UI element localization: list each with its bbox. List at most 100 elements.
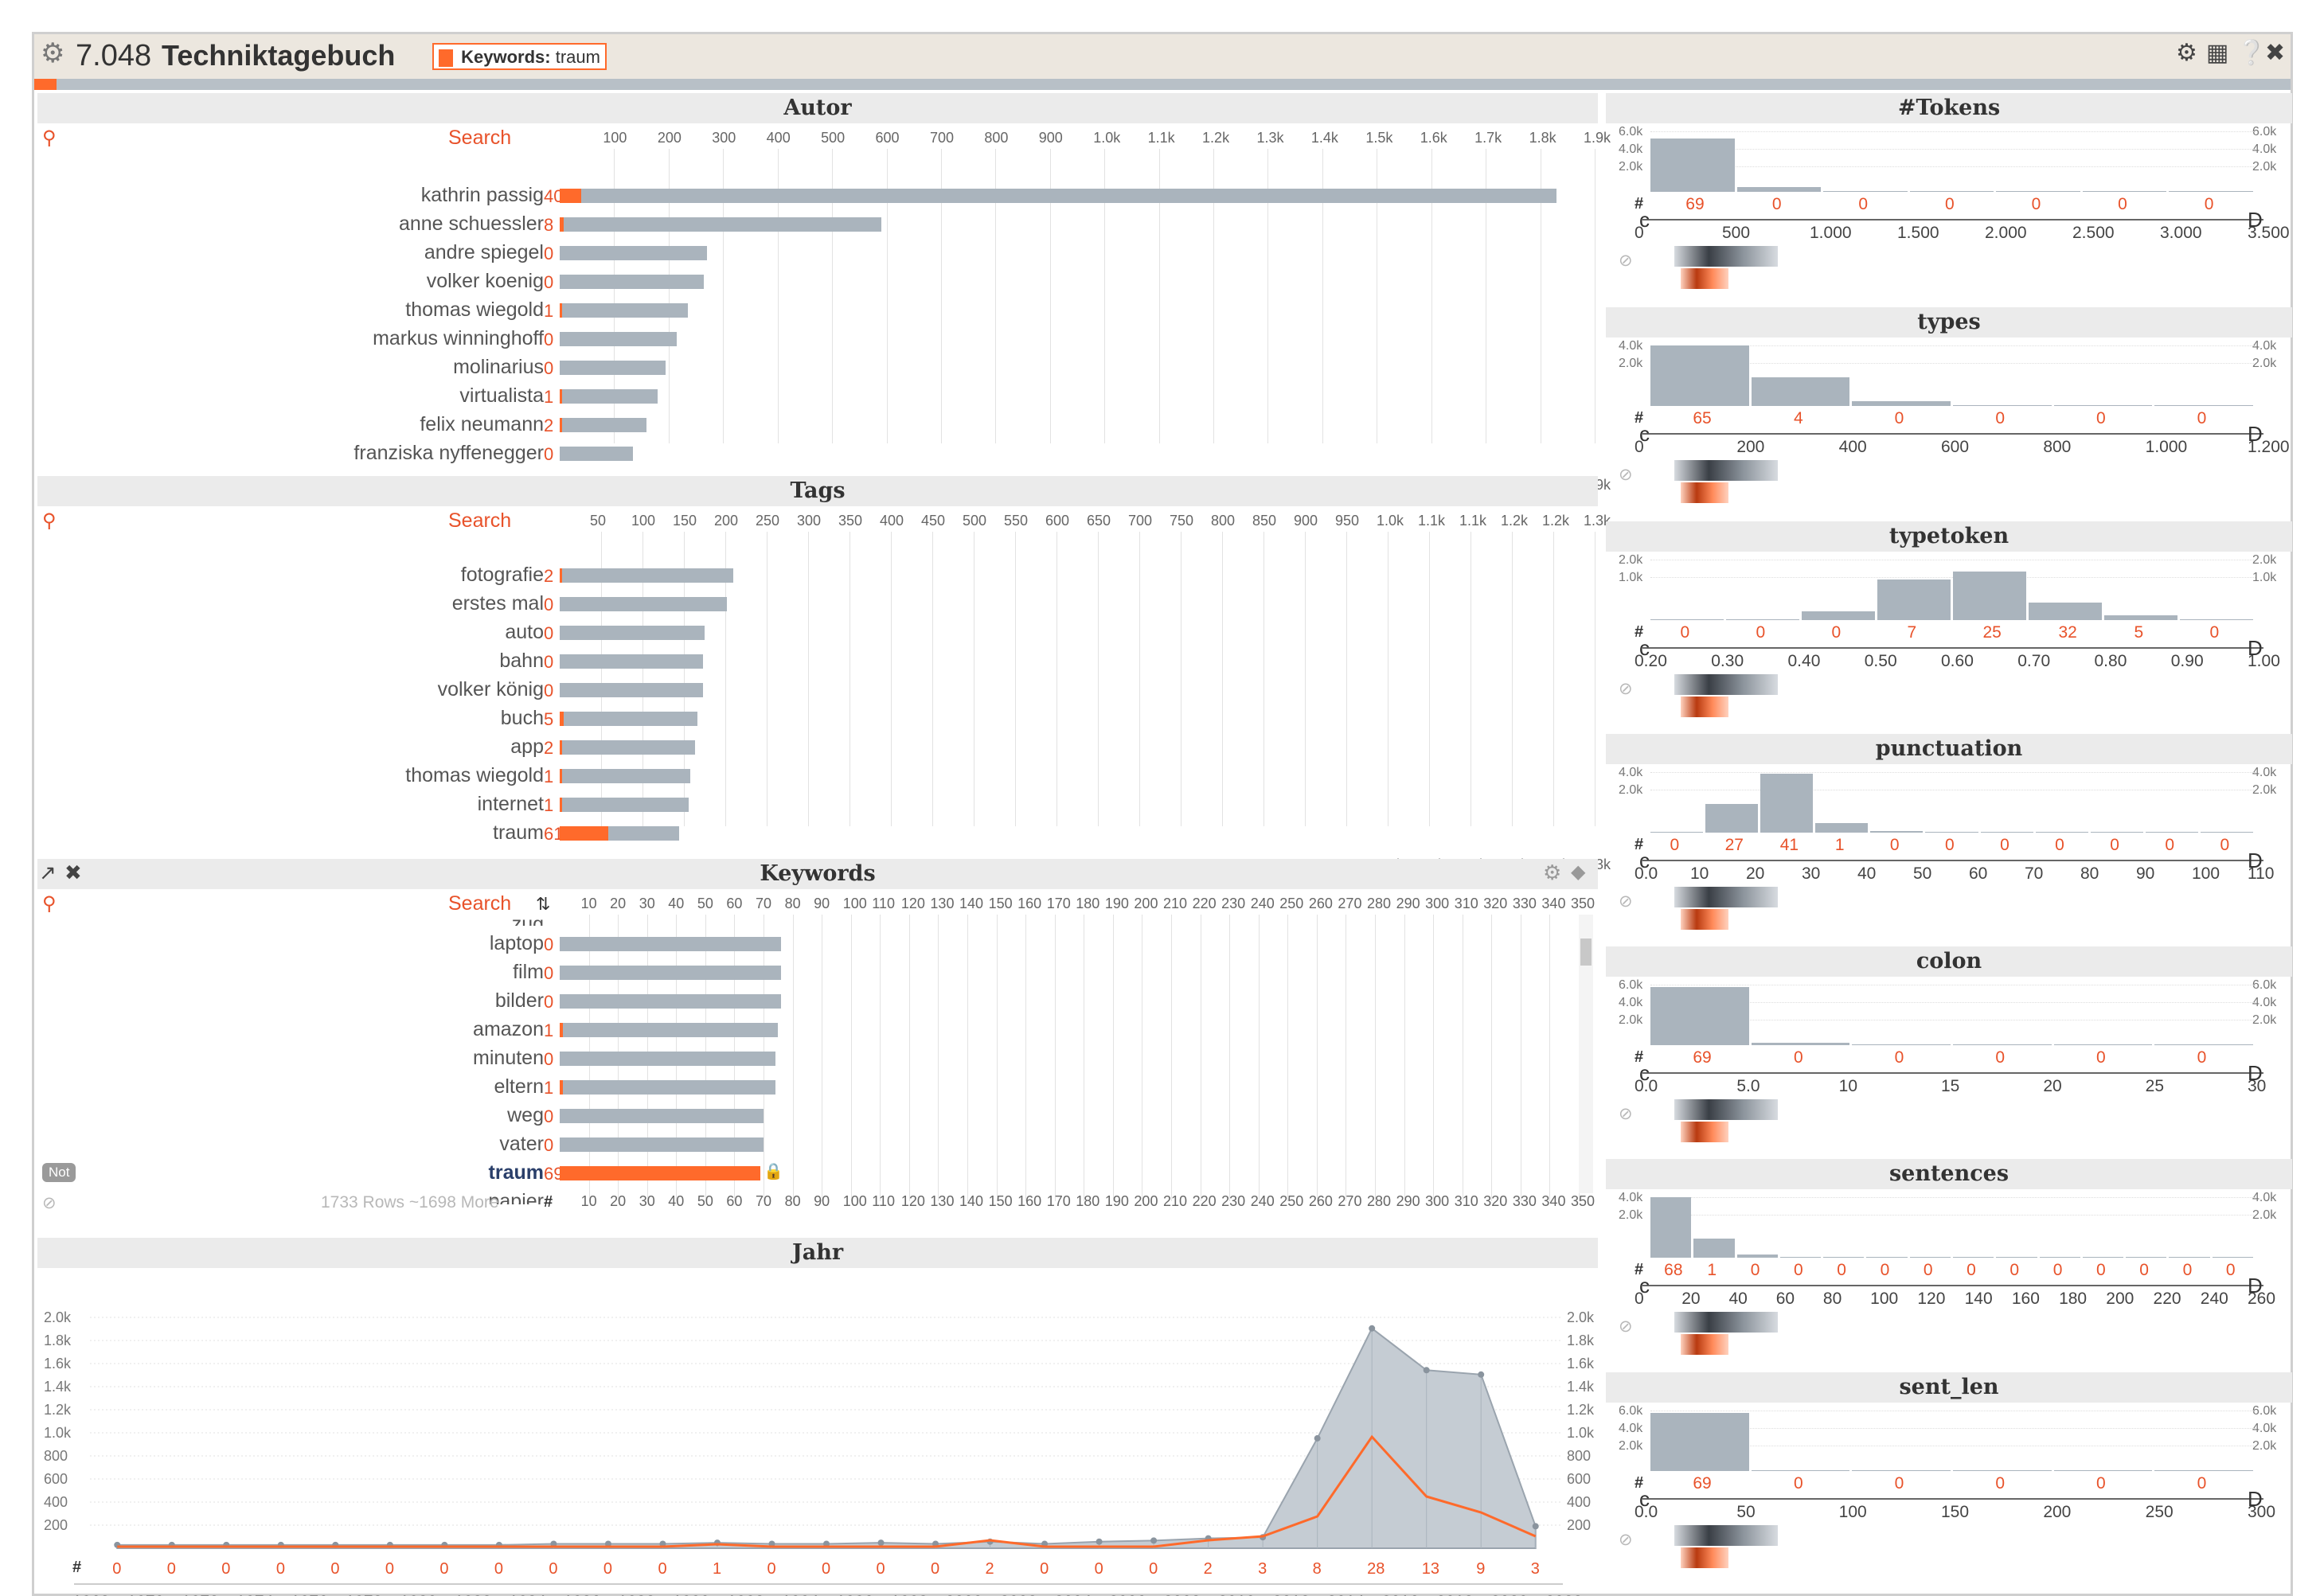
histogram-bar[interactable] <box>2029 602 2102 620</box>
autor-row-label[interactable]: molinarius <box>193 356 544 379</box>
autor-row-bar[interactable] <box>560 217 881 232</box>
histogram-bar[interactable] <box>1751 1043 1850 1045</box>
tags-row-bar[interactable] <box>560 740 695 755</box>
tags-row-bar[interactable] <box>560 683 703 697</box>
tags-row-label[interactable]: fotografie <box>193 564 544 587</box>
histogram-bar[interactable] <box>1693 1239 1735 1258</box>
histogram-bar[interactable] <box>1866 1257 1908 1258</box>
autor-row-label[interactable]: kathrin passig <box>193 184 544 207</box>
tag-icon[interactable]: ◆ <box>1571 860 1585 884</box>
tags-row-bar[interactable] <box>560 626 705 640</box>
histogram-bar[interactable] <box>2154 405 2253 406</box>
autor-row-bar[interactable] <box>560 389 658 404</box>
keywords-row-bar[interactable] <box>560 1137 764 1152</box>
histogram-bar[interactable] <box>2082 191 2167 192</box>
histogram-bar[interactable] <box>1909 191 1994 192</box>
histogram-bar[interactable] <box>2212 1257 2253 1258</box>
keywords-row-label[interactable]: weg <box>193 1104 544 1127</box>
autor-row-bar[interactable] <box>560 303 688 318</box>
autor-row-bar[interactable] <box>560 246 707 260</box>
histogram-bar[interactable] <box>1953 1470 2052 1471</box>
histogram-bar[interactable] <box>1650 1197 1692 1258</box>
clear-icon[interactable]: ⊘ <box>1619 1317 1633 1337</box>
search-icon[interactable]: ⚲ <box>42 127 57 150</box>
histogram-bar[interactable] <box>1953 1257 1994 1258</box>
histogram-bar[interactable] <box>1650 832 1704 833</box>
autor-row-bar[interactable] <box>560 418 647 432</box>
histogram-bar[interactable] <box>2200 832 2253 833</box>
histogram-bar[interactable] <box>1823 190 1908 192</box>
histogram-bar[interactable] <box>2082 1257 2124 1258</box>
histogram-bar[interactable] <box>1650 1412 1749 1471</box>
keywords-scroll-thumb[interactable] <box>1580 938 1592 966</box>
autor-row-bar[interactable] <box>560 189 1557 203</box>
histogram-bar[interactable] <box>1779 1257 1822 1258</box>
clear-icon[interactable]: ⊘ <box>1619 892 1633 911</box>
clear-icon[interactable]: ⊘ <box>42 1193 57 1213</box>
keywords-row-label[interactable]: minuten <box>193 1047 544 1070</box>
autor-row-label[interactable]: volker koenig <box>193 270 544 293</box>
tags-row-bar[interactable] <box>560 769 690 783</box>
tags-row-bar[interactable] <box>560 654 703 669</box>
clear-icon[interactable]: ⊘ <box>1619 251 1633 271</box>
histogram-bar[interactable] <box>1852 401 1951 406</box>
keywords-row-bar[interactable] <box>560 937 781 951</box>
tags-row-bar[interactable] <box>560 568 733 583</box>
histogram-bar[interactable] <box>2039 1257 2080 1258</box>
keywords-row-bar[interactable] <box>560 994 781 1009</box>
gear-icon[interactable]: ⚙ <box>2176 39 2197 67</box>
histogram-bar[interactable] <box>2180 619 2253 620</box>
keywords-row-label[interactable]: laptop <box>193 932 544 955</box>
autor-row-bar[interactable] <box>560 332 678 346</box>
clear-icon[interactable]: ⊘ <box>1619 465 1633 485</box>
keywords-row-bar[interactable] <box>560 1023 779 1037</box>
histogram-bar[interactable] <box>1980 832 2033 833</box>
histogram-bar[interactable] <box>1823 1257 1865 1258</box>
autor-row-label[interactable]: markus winninghoff <box>193 327 544 350</box>
sort-icon[interactable]: ⇅ <box>536 894 550 915</box>
histogram-bar[interactable] <box>1650 345 1749 406</box>
autor-row-label[interactable]: thomas wiegold <box>193 299 544 322</box>
histogram-bar[interactable] <box>1650 619 1724 620</box>
histogram-bar[interactable] <box>2154 1044 2253 1045</box>
histogram-bar[interactable] <box>1736 187 1822 192</box>
histogram-bar[interactable] <box>1877 579 1951 620</box>
tags-row-label[interactable]: buch <box>193 707 544 730</box>
gear-icon[interactable]: ⚙ <box>1543 860 1561 885</box>
histogram-bar[interactable] <box>2053 405 2153 406</box>
autor-row-bar[interactable] <box>560 275 705 289</box>
histogram-bar[interactable] <box>1726 619 1799 620</box>
histogram-bar[interactable] <box>2053 1044 2153 1045</box>
keywords-row-label[interactable]: amazon <box>193 1018 544 1041</box>
histogram-bar[interactable] <box>2154 1470 2253 1471</box>
histogram-bar[interactable] <box>1996 1257 2037 1258</box>
histogram-bar[interactable] <box>1925 832 1978 833</box>
autor-row-bar[interactable] <box>560 361 666 375</box>
autor-row-label[interactable]: anne schuessler <box>193 213 544 236</box>
tags-row-label[interactable]: app <box>193 736 544 759</box>
table-icon[interactable]: ▦ <box>2206 39 2228 67</box>
clear-icon[interactable]: ⊘ <box>1619 679 1633 699</box>
clear-icon[interactable]: ⊘ <box>1619 1530 1633 1550</box>
histogram-bar[interactable] <box>1870 831 1924 833</box>
autor-search[interactable]: Search <box>448 127 511 150</box>
histogram-bar[interactable] <box>2104 615 2177 620</box>
clear-icon[interactable]: ⊘ <box>1619 1104 1633 1124</box>
tags-row-bar[interactable] <box>560 798 689 812</box>
keywords-row-label[interactable]: bilder <box>193 989 544 1013</box>
histogram-bar[interactable] <box>2053 1470 2153 1471</box>
keywords-row-label[interactable]: film <box>193 961 544 984</box>
search-icon[interactable]: ⚲ <box>42 892 57 915</box>
histogram-bar[interactable] <box>1802 611 1875 620</box>
keywords-search[interactable]: Search <box>448 892 511 915</box>
histogram-bar[interactable] <box>2145 832 2198 833</box>
histogram-bar[interactable] <box>1953 405 2052 406</box>
histogram-bar[interactable] <box>2035 832 2088 833</box>
histogram-bar[interactable] <box>1650 986 1749 1045</box>
keywords-row-label[interactable]: traum <box>193 1161 544 1184</box>
autor-row-bar[interactable] <box>560 447 634 461</box>
fullscreen-icon[interactable]: ✖ <box>2265 39 2285 67</box>
not-button[interactable]: Not <box>42 1163 76 1182</box>
histogram-bar[interactable] <box>1650 139 1735 192</box>
keywords-row-bar[interactable] <box>560 1052 775 1066</box>
